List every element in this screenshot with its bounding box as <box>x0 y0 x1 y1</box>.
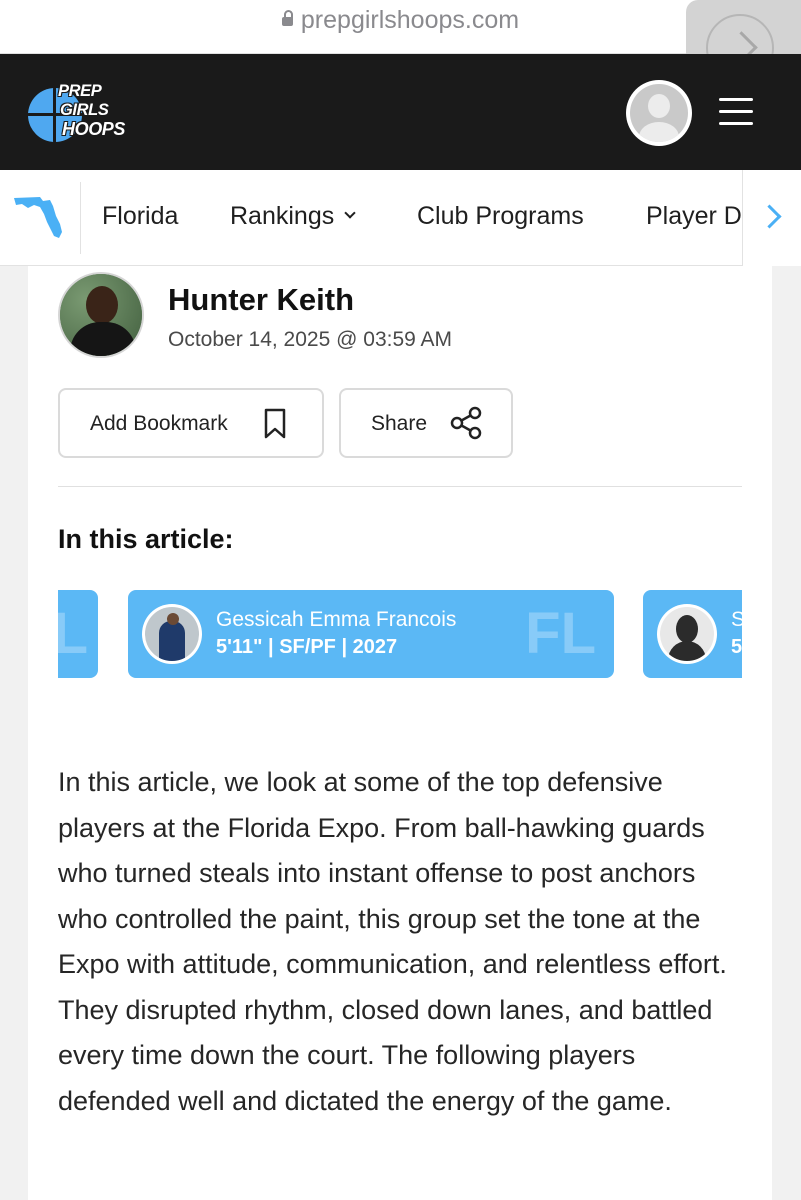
player-avatar <box>142 604 202 664</box>
bookmark-label: Add Bookmark <box>90 412 228 435</box>
state-watermark: FL <box>525 601 596 666</box>
user-silhouette-icon <box>630 84 688 142</box>
lock-icon <box>281 10 293 26</box>
state-watermark: FL <box>58 601 88 666</box>
nav-scroll-right-button[interactable] <box>742 170 801 266</box>
player-info: 5 <box>731 636 742 658</box>
user-avatar[interactable] <box>626 80 692 146</box>
state-nav-bar: Florida Rankings Club Programs Player D <box>0 170 801 266</box>
site-header: PREP GIRLS HOOPS <box>0 54 801 170</box>
author-name[interactable]: Hunter Keith <box>168 282 354 318</box>
nav-item-club-programs[interactable]: Club Programs <box>417 202 584 231</box>
share-button[interactable]: Share <box>339 388 513 458</box>
article-card: Hunter Keith October 14, 2025 @ 03:59 AM… <box>28 266 772 1200</box>
player-card[interactable]: S 5 <box>643 590 742 678</box>
section-divider <box>58 486 742 487</box>
player-card[interactable]: FL <box>58 590 98 678</box>
player-info: 5'11" | SF/PF | 2027 <box>216 636 398 658</box>
player-avatar <box>657 604 717 664</box>
article-body-text: In this article, we look at some of the … <box>58 767 727 1116</box>
player-name: S <box>731 608 742 631</box>
chevron-down-icon <box>344 207 356 219</box>
in-this-article-heading: In this article: <box>58 524 234 554</box>
state-nav-items: Florida Rankings Club Programs Player D <box>80 170 742 266</box>
share-icon <box>450 406 482 440</box>
player-carousel[interactable]: FL Gessicah Emma Francois 5'11" | SF/PF … <box>58 590 742 678</box>
author-avatar[interactable] <box>58 272 144 358</box>
florida-map-icon[interactable] <box>12 194 66 240</box>
nav-item-florida[interactable]: Florida <box>102 202 178 231</box>
share-label: Share <box>371 412 428 435</box>
browser-url-bar[interactable]: prepgirlshoops.com <box>0 0 801 54</box>
logo-text: PREP GIRLS HOOPS <box>58 82 126 139</box>
article-date: October 14, 2025 @ 03:59 AM <box>168 328 452 351</box>
hamburger-menu-icon[interactable] <box>719 98 753 126</box>
player-card[interactable]: Gessicah Emma Francois 5'11" | SF/PF | 2… <box>128 590 614 678</box>
player-name: Gessicah Emma Francois <box>216 608 457 631</box>
url-label: prepgirlshoops.com <box>300 6 520 34</box>
url-text[interactable]: prepgirlshoops.com <box>0 6 801 35</box>
nav-item-rankings[interactable]: Rankings <box>230 202 356 231</box>
add-bookmark-button[interactable]: Add Bookmark <box>58 388 324 458</box>
site-logo[interactable]: PREP GIRLS HOOPS <box>28 82 140 144</box>
nav-item-player-database[interactable]: Player D <box>646 202 742 231</box>
bookmark-icon <box>264 408 286 439</box>
